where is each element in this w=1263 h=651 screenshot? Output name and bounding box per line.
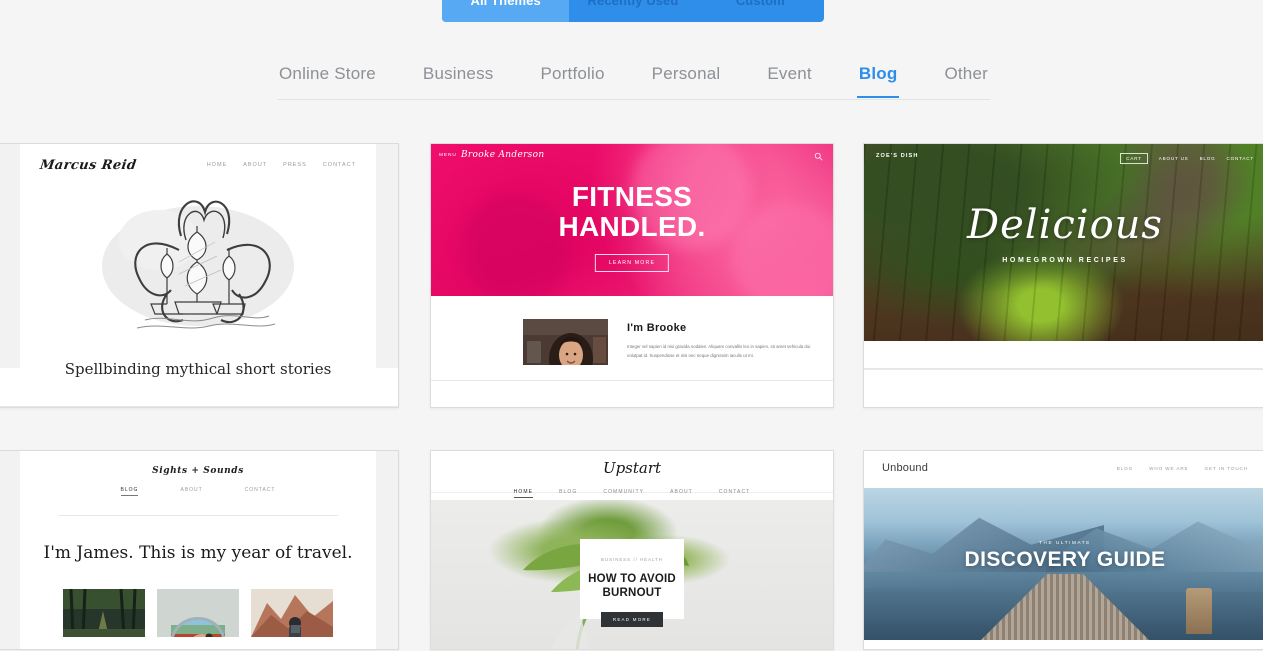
avatar bbox=[523, 319, 608, 365]
theme-card-marcus-reid[interactable]: Marcus Reid HOME ABOUT PRESS CONTACT Spe… bbox=[0, 143, 399, 408]
site-logo: Upstart bbox=[602, 459, 662, 477]
nav-item-home: HOME bbox=[206, 162, 228, 168]
preview-caption-strip: Spellbinding mythical short stories bbox=[0, 360, 398, 406]
preview-gutter-right bbox=[376, 144, 398, 368]
nav-item-blog: BLOG bbox=[1199, 156, 1216, 161]
bio-heading: I'm Brooke bbox=[627, 322, 687, 334]
site-header: Unbound BLOG WHO WE ARE GET IN TOUCH bbox=[864, 451, 1263, 488]
category-online-store[interactable]: Online Store bbox=[277, 64, 378, 96]
post-title-line1: HOW TO AVOID bbox=[588, 573, 676, 585]
nav-item-get-in-touch: GET IN TOUCH bbox=[1204, 466, 1248, 471]
hero-headline: DISCOVERY GUIDE bbox=[964, 548, 1166, 571]
theme-card-brooke-anderson[interactable]: MENU Brooke Anderson FITNESS HANDLED. LE… bbox=[430, 143, 834, 408]
bio-text: Integer vel sapien id nisi gravida sodal… bbox=[627, 344, 811, 359]
kraken-ships-illustration bbox=[102, 200, 294, 329]
canyon-hiker-photo bbox=[251, 589, 333, 637]
site-nav: HOME BLOG COMMUNITY ABOUT CONTACT bbox=[431, 489, 833, 498]
dock-post bbox=[1186, 588, 1212, 634]
nav-item-press: PRESS bbox=[283, 162, 307, 168]
nav-item-about: ABOUT bbox=[180, 487, 203, 493]
post-title: HOW TO AVOID BURNOUT bbox=[580, 572, 684, 601]
site-logo: Sights + Sounds bbox=[152, 466, 244, 476]
nav-item-community: COMMUNITY bbox=[603, 489, 645, 495]
nav-item-contact: CONTACT bbox=[322, 162, 356, 168]
category-business[interactable]: Business bbox=[421, 64, 496, 96]
theme-card-footer[interactable] bbox=[864, 369, 1263, 407]
theme-preview: Upstart HOME BLOG COMMUNITY ABOUT CONTAC… bbox=[431, 451, 833, 649]
theme-card-footer[interactable] bbox=[0, 406, 398, 407]
tab-recently-used[interactable]: Recently Used bbox=[569, 0, 696, 22]
theme-picker-page: All Themes Recently Used Custom Online S… bbox=[0, 0, 1263, 651]
nav-item-about: ABOUT bbox=[670, 489, 693, 495]
learn-more-button[interactable]: LEARN MORE bbox=[594, 254, 670, 272]
hero-banner: MENU Brooke Anderson FITNESS HANDLED. LE… bbox=[431, 144, 833, 296]
hero-kicker: THE ULTIMATE bbox=[1039, 540, 1091, 545]
nav-item-contact: CONTACT bbox=[1226, 156, 1254, 161]
category-other[interactable]: Other bbox=[942, 64, 990, 96]
hero-banner: ZOE'S DISH CART ABOUT US BLOG CONTACT De… bbox=[864, 144, 1263, 341]
theme-preview: Marcus Reid HOME ABOUT PRESS CONTACT bbox=[0, 144, 398, 368]
hero-headline: I'm James. This is my year of travel. bbox=[43, 543, 353, 563]
forest-path-photo bbox=[63, 589, 145, 637]
preview-content-strip bbox=[864, 640, 1263, 649]
tab-all-themes[interactable]: All Themes bbox=[442, 0, 570, 22]
nav-item-blog: BLOG bbox=[120, 487, 139, 496]
theme-card-unbound[interactable]: Unbound BLOG WHO WE ARE GET IN TOUCH THE… bbox=[863, 450, 1263, 650]
theme-preview: ZOE'S DISH CART ABOUT US BLOG CONTACT De… bbox=[864, 144, 1263, 369]
divider bbox=[58, 515, 338, 516]
read-more-button[interactable]: READ MORE bbox=[600, 611, 664, 627]
theme-card-sights-sounds[interactable]: Sights + Sounds BLOG ABOUT CONTACT I'm J… bbox=[0, 450, 399, 650]
category-nav: Online Store Business Portfolio Personal… bbox=[277, 64, 990, 100]
site-tagline: Spellbinding mythical short stories bbox=[20, 360, 376, 378]
category-event[interactable]: Event bbox=[765, 64, 813, 96]
theme-preview: MENU Brooke Anderson FITNESS HANDLED. LE… bbox=[431, 144, 833, 380]
preview-gutter-left bbox=[0, 144, 20, 368]
hero-headline: FITNESS HANDLED. bbox=[431, 181, 833, 243]
menu-button[interactable]: MENU bbox=[439, 153, 457, 158]
category-portfolio[interactable]: Portfolio bbox=[539, 64, 607, 96]
site-nav: CART ABOUT US BLOG CONTACT bbox=[1120, 153, 1254, 164]
nav-item-about: ABOUT bbox=[243, 162, 268, 168]
featured-post-card[interactable]: BUSINESS // HEALTH HOW TO AVOID BURNOUT … bbox=[580, 539, 684, 627]
post-title-line2: BURNOUT bbox=[602, 587, 662, 600]
theme-card-footer[interactable] bbox=[431, 649, 833, 650]
theme-preview: Unbound BLOG WHO WE ARE GET IN TOUCH THE… bbox=[864, 451, 1263, 649]
photo-thumbnails bbox=[0, 589, 398, 637]
nav-item-who-we-are: WHO WE ARE bbox=[1149, 466, 1189, 471]
view-mode-tabs: All Themes Recently Used Custom bbox=[442, 0, 824, 22]
hero-headline: Delicious bbox=[967, 202, 1163, 248]
nav-item-contact: CONTACT bbox=[244, 487, 276, 493]
tab-custom[interactable]: Custom bbox=[697, 0, 824, 22]
category-personal[interactable]: Personal bbox=[650, 64, 723, 96]
site-logo: Unbound bbox=[882, 462, 929, 474]
bio-section: I'm Brooke Integer vel sapien id nisi gr… bbox=[431, 296, 833, 380]
nav-item-blog: BLOG bbox=[1116, 466, 1134, 471]
nav-item-contact: CONTACT bbox=[718, 489, 751, 495]
theme-card-footer[interactable] bbox=[0, 649, 398, 650]
hero-headline-line1: FITNESS bbox=[571, 181, 693, 212]
nav-item-blog: BLOG bbox=[559, 489, 578, 495]
tent-view-photo bbox=[157, 589, 239, 637]
lake-dock-photo: THE ULTIMATE DISCOVERY GUIDE bbox=[864, 488, 1263, 640]
site-logo: ZOE'S DISH bbox=[876, 153, 919, 159]
search-icon[interactable] bbox=[814, 152, 823, 161]
site-nav: BLOG WHO WE ARE GET IN TOUCH bbox=[1117, 466, 1248, 471]
hero-headline-line2: HANDLED. bbox=[558, 211, 706, 243]
theme-preview: Sights + Sounds BLOG ABOUT CONTACT I'm J… bbox=[0, 451, 398, 649]
site-nav: BLOG ABOUT CONTACT bbox=[0, 487, 398, 496]
theme-card-zoes-dish[interactable]: ZOE'S DISH CART ABOUT US BLOG CONTACT De… bbox=[863, 143, 1263, 408]
hero-subheadline: HOMEGROWN RECIPES bbox=[1002, 257, 1128, 264]
theme-card-footer[interactable] bbox=[431, 380, 833, 407]
category-blog[interactable]: Blog bbox=[856, 64, 900, 98]
nav-item-home: HOME bbox=[513, 489, 534, 498]
theme-card-upstart[interactable]: Upstart HOME BLOG COMMUNITY ABOUT CONTAC… bbox=[430, 450, 834, 650]
site-logo: Brooke Anderson bbox=[461, 150, 545, 160]
post-category: BUSINESS // HEALTH bbox=[601, 557, 663, 562]
theme-card-footer[interactable] bbox=[864, 649, 1263, 650]
preview-content-strip bbox=[864, 341, 1263, 369]
site-nav: HOME ABOUT PRESS CONTACT bbox=[207, 162, 356, 168]
site-header: Upstart bbox=[431, 451, 833, 493]
nav-item-cart: CART bbox=[1120, 153, 1148, 164]
nav-item-about-us: ABOUT US bbox=[1158, 156, 1189, 161]
